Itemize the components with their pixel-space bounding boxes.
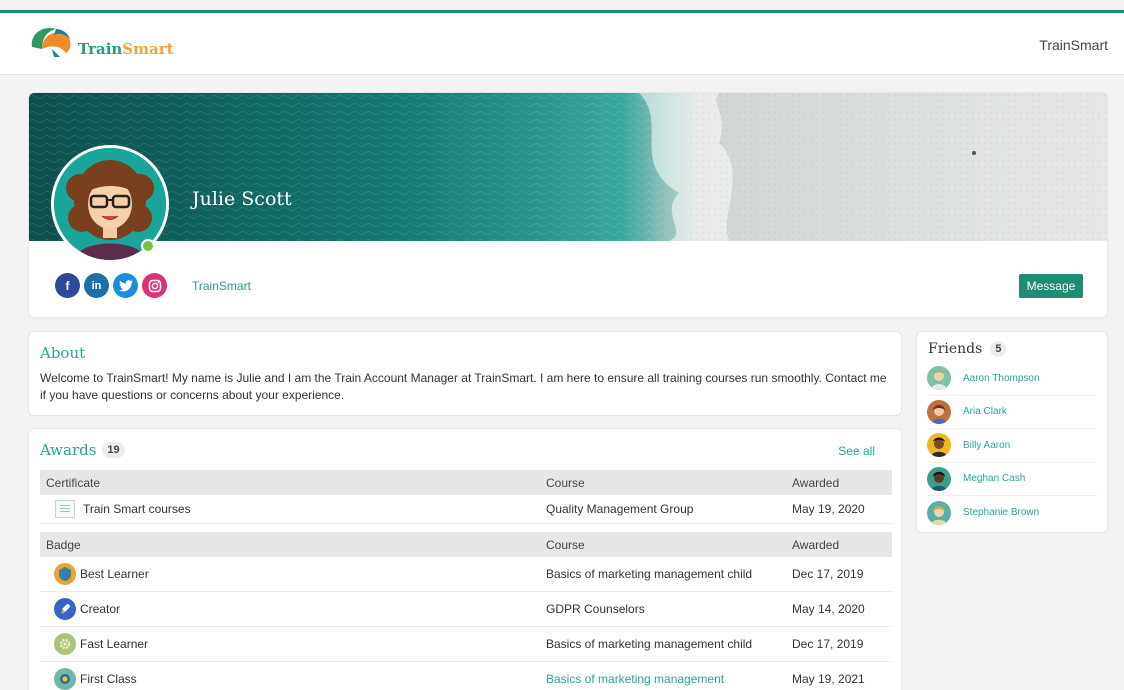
list-item[interactable]: Aria Clark	[927, 396, 1097, 429]
app-header: TrainSmart TrainSmart	[0, 13, 1124, 75]
online-status-dot	[141, 239, 155, 253]
column-header-course[interactable]: Course	[540, 476, 786, 490]
awards-count-badge: 19	[102, 442, 125, 458]
certificates-table-header: Certificate Course Awarded	[40, 470, 892, 495]
medal-badge-icon	[54, 668, 76, 690]
friends-title: Friends	[928, 341, 983, 357]
badge-name[interactable]: First Class	[80, 672, 137, 686]
social-links: f in	[55, 273, 167, 298]
table-row[interactable]: Best Learner Basics of marketing managem…	[40, 557, 892, 592]
friend-name[interactable]: Stephanie Brown	[963, 507, 1039, 518]
profile-name: Julie Scott	[192, 188, 292, 210]
logo-icon	[26, 23, 76, 63]
certificate-course: Quality Management Group	[546, 502, 694, 516]
badge-cell: First Class	[40, 668, 540, 690]
twitter-icon[interactable]	[113, 273, 138, 298]
badge-course: GDPR Counselors	[546, 602, 645, 616]
table-row[interactable]: Fast Learner Basics of marketing managem…	[40, 627, 892, 662]
column-header-awarded[interactable]: Awarded	[786, 538, 892, 552]
table-row[interactable]: Creator GDPR Counselors May 14, 2020	[40, 592, 892, 627]
friend-name[interactable]: Meghan Cash	[963, 473, 1025, 484]
certificates-table: Certificate Course Awarded Train Smart c…	[40, 470, 892, 524]
avatar[interactable]	[927, 399, 951, 424]
see-all-awards-link[interactable]: See all	[838, 444, 875, 458]
awards-card: Awards 19 See all Certificate Course Awa…	[28, 428, 902, 690]
badge-awarded-date: May 14, 2020	[792, 602, 865, 616]
avatar[interactable]	[927, 466, 951, 491]
profile-org-link[interactable]: TrainSmart	[192, 279, 251, 293]
badge-course-link[interactable]: Basics of marketing management	[540, 672, 786, 686]
friends-card: Friends 5 Aaron Thompson Aria Clark Bill…	[916, 331, 1108, 533]
badge-awarded-date: Dec 17, 2019	[792, 567, 864, 581]
about-text: Welcome to TrainSmart! My name is Julie …	[40, 371, 887, 402]
badge-awarded-date: Dec 17, 2019	[792, 637, 864, 651]
certificate-icon	[55, 500, 75, 518]
list-item[interactable]: Aaron Thompson	[927, 362, 1097, 396]
friend-name[interactable]: Billy Aaron	[963, 440, 1010, 451]
friend-list: Aaron Thompson Aria Clark Billy Aaron Me…	[927, 362, 1097, 530]
certificate-cell: Train Smart courses	[40, 500, 540, 518]
table-row[interactable]: Train Smart courses Quality Management G…	[40, 495, 892, 524]
column-header-badge[interactable]: Badge	[40, 538, 540, 552]
banner-beach-image	[29, 93, 1107, 241]
badge-course: Basics of marketing management child	[546, 567, 753, 581]
badges-table-header: Badge Course Awarded	[40, 532, 892, 557]
badge-cell: Creator	[40, 598, 540, 620]
avatar[interactable]	[927, 500, 951, 525]
profile-card: Julie Scott f in TrainSmart Message	[28, 92, 1108, 318]
badge-name[interactable]: Best Learner	[80, 567, 149, 581]
certificate-name[interactable]: Train Smart courses	[83, 502, 191, 516]
header-site-label[interactable]: TrainSmart	[1039, 37, 1108, 53]
logo-text-accent: Smart	[122, 40, 174, 58]
about-title: About	[40, 344, 86, 362]
friends-count-badge: 5	[990, 341, 1007, 357]
avatar[interactable]	[927, 366, 951, 391]
certificate-awarded-date: May 19, 2020	[792, 502, 865, 516]
awards-header: Awards 19	[40, 441, 125, 459]
list-item[interactable]: Billy Aaron	[927, 429, 1097, 463]
badge-course: Basics of marketing management child	[546, 637, 753, 651]
trainsmart-logo[interactable]: TrainSmart	[26, 23, 174, 63]
logo-text-primary: Train	[78, 40, 123, 58]
column-header-awarded[interactable]: Awarded	[786, 476, 892, 490]
instagram-icon[interactable]	[142, 273, 167, 298]
badge-cell: Fast Learner	[40, 633, 540, 655]
about-card: About Welcome to TrainSmart! My name is …	[28, 331, 902, 416]
avatar[interactable]	[927, 433, 951, 458]
badges-table: Badge Course Awarded Best Learner Basics…	[40, 532, 892, 690]
facebook-icon[interactable]: f	[55, 273, 80, 298]
gear-badge-icon	[54, 633, 76, 655]
badge-cell: Best Learner	[40, 563, 540, 585]
logo-wordmark: TrainSmart	[78, 40, 174, 58]
profile-banner	[29, 93, 1107, 241]
linkedin-icon[interactable]: in	[84, 273, 109, 298]
badge-name[interactable]: Fast Learner	[80, 637, 148, 651]
list-item[interactable]: Meghan Cash	[927, 463, 1097, 496]
friend-name[interactable]: Aria Clark	[963, 406, 1007, 417]
column-header-certificate[interactable]: Certificate	[40, 476, 540, 490]
rocket-badge-icon	[54, 598, 76, 620]
list-item[interactable]: Stephanie Brown	[927, 496, 1097, 530]
message-button[interactable]: Message	[1019, 274, 1083, 298]
shield-badge-icon	[54, 563, 76, 585]
awards-title: Awards	[40, 441, 97, 459]
friend-name[interactable]: Aaron Thompson	[963, 373, 1040, 384]
badge-name[interactable]: Creator	[80, 602, 120, 616]
badge-awarded-date: May 19, 2021	[792, 672, 865, 686]
column-header-course[interactable]: Course	[540, 538, 786, 552]
friends-header: Friends 5	[928, 341, 1007, 357]
table-row[interactable]: First Class Basics of marketing manageme…	[40, 662, 892, 690]
